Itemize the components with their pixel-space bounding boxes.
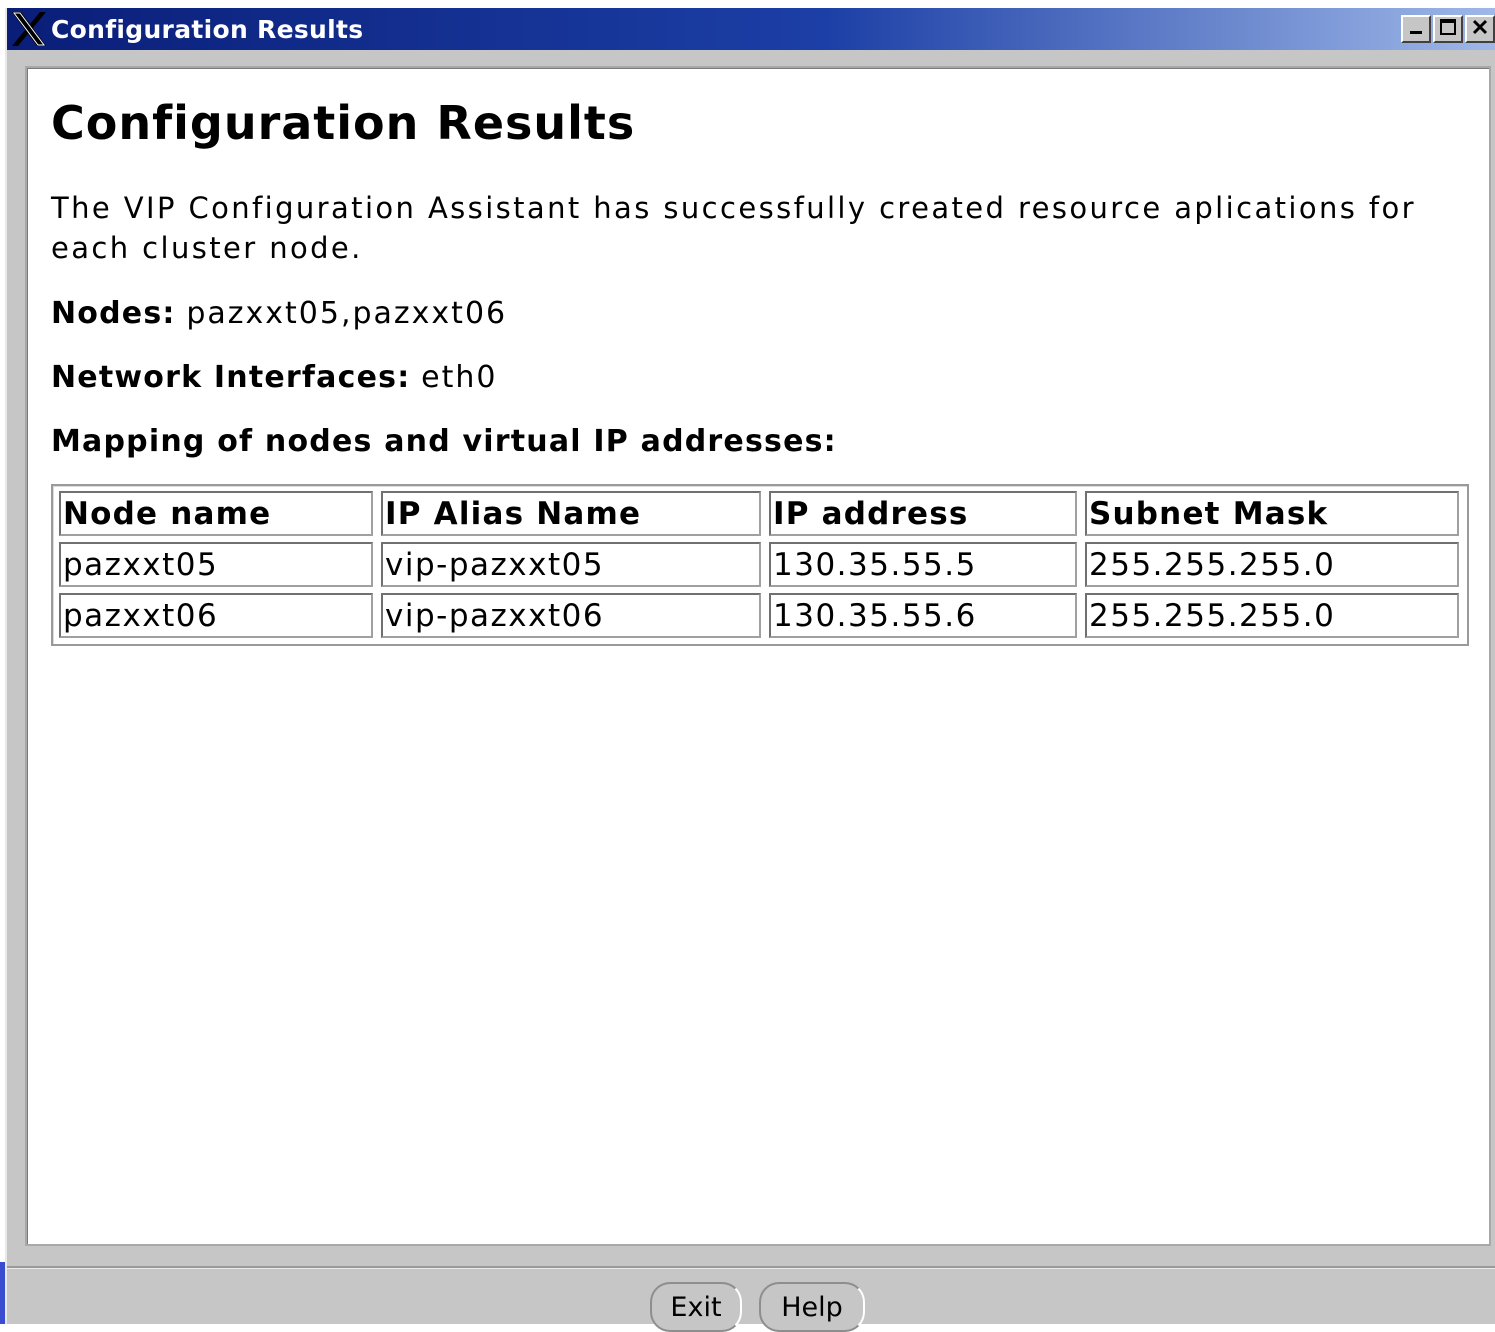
- column-header-node-name: Node name: [59, 491, 373, 536]
- network-interfaces-label: Network Interfaces:: [51, 360, 411, 395]
- network-interfaces-line: Network Interfaces: eth0: [51, 360, 497, 395]
- exit-button[interactable]: Exit: [650, 1282, 742, 1332]
- nodes-line: Nodes: pazxxt05,pazxxt06: [51, 296, 507, 331]
- cell-ip-alias-name: vip-pazxxt05: [381, 542, 761, 587]
- maximize-icon: [1439, 18, 1457, 40]
- cell-ip-address: 130.35.55.6: [769, 593, 1077, 638]
- mapping-label: Mapping of nodes and virtual IP addresse…: [51, 424, 837, 459]
- cell-node-name: pazxxt06: [59, 593, 373, 638]
- result-description: The VIP Configuration Assistant has succ…: [51, 191, 1416, 265]
- help-button[interactable]: Help: [759, 1282, 865, 1332]
- cell-node-name: pazxxt05: [59, 542, 373, 587]
- table-row: pazxxt06 vip-pazxxt06 130.35.55.6 255.25…: [59, 593, 1459, 638]
- vip-mapping-table: Node name IP Alias Name IP address Subne…: [51, 484, 1469, 646]
- page-title: Configuration Results: [51, 96, 636, 150]
- mapping-heading: Mapping of nodes and virtual IP addresse…: [51, 424, 837, 459]
- column-header-subnet-mask: Subnet Mask: [1085, 491, 1459, 536]
- cell-ip-address: 130.35.55.5: [769, 542, 1077, 587]
- cell-ip-alias-name: vip-pazxxt06: [381, 593, 761, 638]
- close-button[interactable]: [1465, 15, 1495, 43]
- column-header-ip-address: IP address: [769, 491, 1077, 536]
- table-row: pazxxt05 vip-pazxxt05 130.35.55.5 255.25…: [59, 542, 1459, 587]
- mapping-table-grid: Node name IP Alias Name IP address Subne…: [51, 485, 1467, 644]
- close-icon: [1471, 18, 1489, 40]
- column-header-ip-alias-name: IP Alias Name: [381, 491, 761, 536]
- nodes-value: pazxxt05,pazxxt06: [186, 296, 508, 331]
- network-interfaces-value: eth0: [421, 360, 498, 395]
- x-logo-icon: [7, 8, 51, 50]
- minimize-icon: [1407, 18, 1425, 40]
- cell-subnet-mask: 255.255.255.0: [1085, 542, 1459, 587]
- title-bar[interactable]: Configuration Results: [7, 8, 1495, 50]
- nodes-label: Nodes:: [51, 296, 176, 331]
- window-title: Configuration Results: [51, 14, 364, 44]
- configuration-results-window: Configuration Results Configuration Resu…: [5, 8, 1495, 1332]
- window-controls: [1401, 15, 1495, 43]
- results-panel: Configuration Results The VIP Configurat…: [25, 66, 1491, 1246]
- maximize-button[interactable]: [1433, 15, 1463, 43]
- cell-subnet-mask: 255.255.255.0: [1085, 593, 1459, 638]
- minimize-button[interactable]: [1401, 15, 1431, 43]
- button-bar: Exit Help: [7, 1266, 1495, 1332]
- table-header-row: Node name IP Alias Name IP address Subne…: [59, 491, 1459, 536]
